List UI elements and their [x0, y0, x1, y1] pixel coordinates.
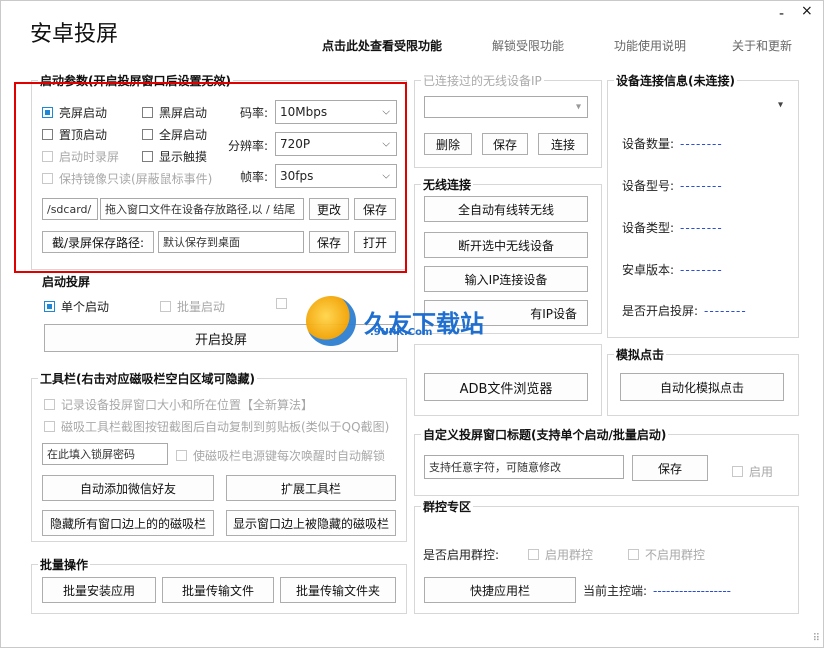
- disable-group-label: 不启用群控: [645, 548, 706, 562]
- wireless-ip-legend: 已连接过的无线设备IP: [423, 74, 542, 88]
- auto-click-button[interactable]: 自动化模拟点击: [620, 373, 784, 401]
- batch-launch-checkbox[interactable]: 批量启动: [160, 298, 225, 315]
- wireless-connect-legend: 无线连接: [423, 178, 472, 192]
- nav-about-link[interactable]: 关于和更新: [732, 37, 792, 54]
- adb-browser-button[interactable]: ADB文件浏览器: [424, 373, 588, 401]
- device-count-row: 设备数量: --------: [622, 135, 723, 152]
- third-launch-checkbox[interactable]: [276, 298, 293, 309]
- device-count-value: --------: [680, 137, 723, 151]
- device-info-legend: 设备连接信息(未连接): [616, 74, 735, 88]
- watermark-subtext: .9UPK.Com: [370, 327, 433, 338]
- chevron-down-icon: ▾: [575, 101, 581, 113]
- toolbar-legend: 工具栏(右击对应磁吸栏空白区域可隐藏): [40, 372, 255, 386]
- quick-app-bar-button[interactable]: 快捷应用栏: [424, 577, 576, 603]
- enable-group-label: 启用群控: [545, 548, 594, 562]
- checkbox-icon: [732, 466, 743, 477]
- batch-install-button[interactable]: 批量安装应用: [42, 577, 156, 603]
- device-type-value: --------: [680, 221, 723, 235]
- batch-launch-label: 批量启动: [177, 300, 226, 314]
- checkbox-icon: [44, 421, 55, 432]
- lock-password-input[interactable]: 在此填入锁屏密码: [42, 443, 168, 465]
- add-wechat-button[interactable]: 自动添加微信好友: [42, 475, 214, 501]
- android-version-value: --------: [680, 263, 723, 277]
- group-enable-label: 是否启用群控:: [423, 548, 500, 562]
- single-launch-label: 单个启动: [61, 300, 110, 314]
- batch-legend: 批量操作: [40, 558, 89, 572]
- auto-wireless-button[interactable]: 全自动有线转无线: [424, 196, 588, 222]
- save-ip-button[interactable]: 保存: [482, 133, 528, 155]
- input-ip-button[interactable]: 输入IP连接设备: [424, 266, 588, 292]
- device-type-row: 设备类型: --------: [622, 219, 723, 236]
- group-control-legend: 群控专区: [423, 500, 472, 514]
- save-title-button[interactable]: 保存: [632, 455, 708, 481]
- device-count-label: 设备数量:: [622, 137, 675, 151]
- disable-group-radio[interactable]: 不启用群控: [628, 546, 705, 563]
- snap-copy-checkbox[interactable]: 磁吸工具栏截图按钮截图后自动复制到剪贴板(类似于QQ截图): [44, 418, 389, 435]
- watermark-logo-icon: [306, 296, 356, 346]
- auto-unlock-checkbox[interactable]: 使磁吸栏电源键每次唤醒时自动解锁: [176, 447, 385, 464]
- projecting-label: 是否开启投屏:: [622, 304, 699, 318]
- nav-restricted-link[interactable]: 点击此处查看受限功能: [322, 37, 442, 54]
- device-select[interactable]: ▾: [615, 94, 785, 116]
- delete-ip-button[interactable]: 删除: [424, 133, 472, 155]
- checkbox-icon: [176, 450, 187, 461]
- enable-group-radio[interactable]: 启用群控: [528, 546, 593, 563]
- checkbox-icon: [276, 298, 287, 309]
- checkbox-checked-icon: [44, 301, 55, 312]
- checkbox-icon: [628, 549, 639, 560]
- connect-ip-button[interactable]: 连接: [538, 133, 588, 155]
- enable-title-label: 启用: [749, 465, 774, 479]
- minimize-button[interactable]: -: [779, 6, 784, 22]
- projecting-value: --------: [704, 304, 747, 318]
- checkbox-icon: [528, 549, 539, 560]
- simulate-legend: 模拟点击: [616, 348, 665, 362]
- snap-copy-label: 磁吸工具栏截图按钮截图后自动复制到剪贴板(类似于QQ截图): [61, 420, 390, 434]
- highlight-box: [14, 82, 407, 273]
- android-version-row: 安卓版本: --------: [622, 261, 723, 278]
- device-model-value: --------: [680, 179, 723, 193]
- extend-toolbar-button[interactable]: 扩展工具栏: [226, 475, 396, 501]
- device-type-label: 设备类型:: [622, 221, 675, 235]
- custom-title-legend: 自定义投屏窗口标题(支持单个启动/批量启动): [423, 428, 667, 442]
- auto-unlock-label: 使磁吸栏电源键每次唤醒时自动解锁: [193, 449, 386, 463]
- app-title: 安卓投屏: [30, 22, 119, 47]
- chevron-down-icon: ▾: [777, 99, 783, 111]
- projecting-row: 是否开启投屏: --------: [622, 302, 747, 319]
- android-version-label: 安卓版本:: [622, 263, 675, 277]
- enable-title-checkbox[interactable]: 启用: [732, 463, 773, 480]
- master-row: 当前主控端: ------------------: [583, 582, 731, 599]
- device-model-row: 设备型号: --------: [622, 177, 723, 194]
- batch-transfer-folder-button[interactable]: 批量传输文件夹: [280, 577, 396, 603]
- record-size-label: 记录设备投屏窗口大小和所在位置【全新算法】: [61, 398, 314, 412]
- nav-unlock-link[interactable]: 解锁受限功能: [492, 37, 564, 54]
- checkbox-icon: [160, 301, 171, 312]
- wireless-ip-select[interactable]: ▾: [424, 96, 588, 118]
- batch-transfer-file-button[interactable]: 批量传输文件: [162, 577, 274, 603]
- resize-grip-icon[interactable]: ⠿: [813, 633, 820, 644]
- watermark: 久友下载站: [306, 296, 484, 346]
- master-label: 当前主控端:: [583, 584, 648, 598]
- record-size-checkbox[interactable]: 记录设备投屏窗口大小和所在位置【全新算法】: [44, 396, 313, 413]
- disconnect-wireless-button[interactable]: 断开选中无线设备: [424, 232, 588, 258]
- show-snap-bars-button[interactable]: 显示窗口边上被隐藏的磁吸栏: [226, 510, 396, 536]
- device-model-label: 设备型号:: [622, 179, 675, 193]
- checkbox-icon: [44, 399, 55, 410]
- custom-title-input[interactable]: 支持任意字符，可随意修改: [424, 455, 624, 479]
- nav-help-link[interactable]: 功能使用说明: [614, 37, 686, 54]
- hide-snap-bars-button[interactable]: 隐藏所有窗口边上的的磁吸栏: [42, 510, 214, 536]
- close-button[interactable]: ×: [801, 3, 813, 19]
- launch-title: 启动投屏: [42, 275, 91, 289]
- master-value: ------------------: [653, 584, 731, 598]
- single-launch-checkbox[interactable]: 单个启动: [44, 298, 109, 315]
